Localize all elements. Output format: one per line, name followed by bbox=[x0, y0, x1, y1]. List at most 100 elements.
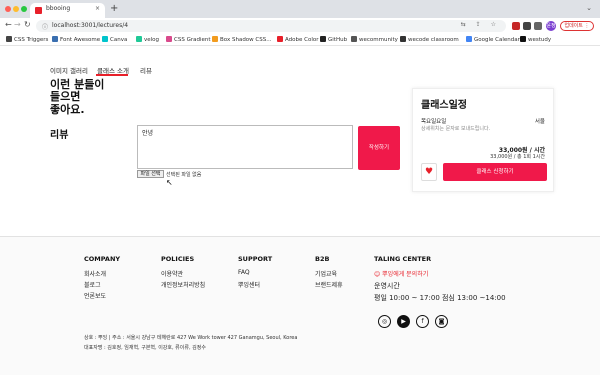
bookmark-favicon-icon bbox=[6, 36, 12, 42]
forward-icon[interactable]: → bbox=[14, 20, 21, 29]
extension-icon[interactable] bbox=[512, 22, 520, 30]
review-title: 리뷰 bbox=[50, 130, 69, 141]
footer-link[interactable]: 블로그 bbox=[84, 280, 101, 289]
bookmark-favicon-icon bbox=[166, 36, 172, 42]
footer-link[interactable]: 이용약관 bbox=[161, 269, 183, 278]
tab-close-icon[interactable]: × bbox=[95, 5, 100, 12]
bookmark-label: Canva bbox=[110, 37, 128, 43]
price-total: 33,000원 / 총 1회 1시간 bbox=[490, 154, 545, 160]
apply-class-button[interactable]: 클래스 신청하기 bbox=[443, 163, 547, 181]
bookmark-favicon-icon bbox=[102, 36, 108, 42]
tab-title: bbooing bbox=[46, 5, 71, 12]
bookmark-item[interactable]: Canva bbox=[102, 36, 127, 43]
bookmarks-bar: CSS Triggers Font Awesome Canva velog CSS Gr… bbox=[0, 34, 600, 46]
bookmark-favicon-icon bbox=[520, 36, 526, 42]
bookmark-item[interactable]: Box Shadow CSS... bbox=[212, 36, 272, 43]
footer-heading-policies: POLICIES bbox=[161, 255, 195, 263]
maximize-window-dot[interactable] bbox=[21, 6, 27, 12]
tab-image-gallery[interactable]: 이미지 갤러리 bbox=[50, 65, 88, 75]
facebook-icon[interactable]: f bbox=[416, 315, 429, 328]
bookmark-label: wecommunity bbox=[359, 37, 398, 43]
company-address: 상호 : 뿌잉 | 주소 : 서울시 강남구 테헤란로 427 We Work … bbox=[84, 335, 298, 341]
heart-icon[interactable]: ♥ bbox=[421, 163, 437, 181]
bookmark-favicon-icon bbox=[136, 36, 142, 42]
bookmark-favicon-icon bbox=[52, 36, 58, 42]
tab-review[interactable]: 리뷰 bbox=[140, 65, 152, 75]
browser-tab-strip: bbooing × + ⌄ bbox=[0, 0, 600, 18]
schedule-note: 상세위치는 문자로 보내드립니다. bbox=[421, 126, 491, 132]
hours-label: 운영시간 bbox=[374, 282, 400, 290]
url-text[interactable]: localhost:3001/lectures/4 bbox=[52, 22, 128, 29]
schedule-location: 서울 bbox=[534, 119, 545, 125]
footer-heading-center: TALING CENTER bbox=[374, 255, 432, 263]
footer-link[interactable]: FAQ bbox=[238, 269, 250, 276]
bookmark-item[interactable]: CSS Gradient bbox=[166, 36, 211, 43]
schedule-day: 목요일요일 bbox=[421, 119, 447, 125]
schedule-title: 클래스일정 bbox=[421, 100, 467, 111]
close-window-dot[interactable] bbox=[5, 6, 11, 12]
bookmark-label: Box Shadow CSS... bbox=[220, 37, 272, 43]
mouse-cursor-icon: ↖ bbox=[166, 178, 173, 187]
bookmark-label: GitHub bbox=[328, 37, 348, 43]
favicon-icon bbox=[35, 7, 42, 14]
youtube-icon[interactable]: ▶ bbox=[397, 315, 410, 328]
footer-link[interactable]: 기업교육 bbox=[315, 269, 337, 278]
bookmark-favicon-icon bbox=[277, 36, 283, 42]
footer-heading-company: COMPANY bbox=[84, 255, 121, 263]
bookmark-favicon-icon bbox=[212, 36, 218, 42]
footer: COMPANY 회사소개 블로그 언론보도 POLICIES 이용약관 개인정보… bbox=[0, 236, 600, 375]
hours-text: 평일 10:00 ~ 17:00 점심 13:00 ~14:00 bbox=[374, 294, 506, 302]
section-tabs: 이미지 갤러리 클래스 소개 리뷰 bbox=[0, 46, 600, 76]
footer-link[interactable]: 회사소개 bbox=[84, 269, 106, 278]
minimize-window-dot[interactable] bbox=[13, 6, 19, 12]
extension-icon[interactable] bbox=[523, 22, 531, 30]
footer-link[interactable]: 뿌잉센터 bbox=[238, 280, 260, 289]
bookmark-item[interactable]: Font Awesome bbox=[52, 36, 100, 43]
footer-link[interactable]: 개인정보처리방침 bbox=[161, 280, 205, 289]
new-tab-icon[interactable]: + bbox=[110, 3, 118, 14]
bookmark-favicon-icon bbox=[466, 36, 472, 42]
review-textarea[interactable]: 안녕 bbox=[137, 125, 353, 169]
bookmark-label: CSS Triggers bbox=[14, 37, 49, 43]
footer-link[interactable]: 브랜드제휴 bbox=[315, 280, 343, 289]
bookmark-favicon-icon bbox=[351, 36, 357, 42]
update-button[interactable]: 업데이트 ⋮ bbox=[560, 21, 594, 31]
bookmark-item[interactable]: Adobe Color bbox=[277, 36, 319, 43]
bookmark-label: velog bbox=[144, 37, 160, 43]
intro-heading-line: 좋아요. bbox=[50, 103, 85, 116]
instagram-icon[interactable]: ◙ bbox=[435, 315, 448, 328]
bookmark-label: Font Awesome bbox=[60, 37, 101, 43]
bookmark-item[interactable]: westudy bbox=[520, 36, 551, 43]
sidebar-icon[interactable] bbox=[534, 22, 542, 30]
bookmark-item[interactable]: GitHub bbox=[320, 36, 347, 43]
file-status: 선택된 파일 없음 bbox=[166, 172, 202, 178]
bookmark-item[interactable]: wecommunity bbox=[351, 36, 398, 43]
submit-review-button[interactable]: 작성하기 bbox=[358, 126, 400, 170]
reload-icon[interactable]: ↻ bbox=[24, 20, 31, 29]
address-bar[interactable]: ⓘ localhost:3001/lectures/4 ⇆ ⇪ ☆ bbox=[36, 20, 506, 32]
social-link-icon[interactable]: ◎ bbox=[378, 315, 391, 328]
bookmark-item[interactable]: wecode classroom bbox=[400, 36, 459, 43]
bookmark-favicon-icon bbox=[320, 36, 326, 42]
file-select-button[interactable]: 파일 선택 bbox=[137, 170, 164, 178]
footer-heading-b2b: B2B bbox=[315, 255, 330, 263]
browser-toolbar: ← → ↻ ⓘ localhost:3001/lectures/4 ⇆ ⇪ ☆ … bbox=[0, 18, 600, 34]
bookmark-item[interactable]: Google Calendar bbox=[466, 36, 520, 43]
bookmark-item[interactable]: CSS Triggers bbox=[6, 36, 48, 43]
tab-list-icon[interactable]: ⌄ bbox=[586, 4, 592, 12]
back-icon[interactable]: ← bbox=[5, 20, 12, 29]
company-representatives: 대표자명 : 김호정, 임재혁, 구본혁, 이강호, 류이류, 김정수 bbox=[84, 345, 206, 351]
profile-avatar[interactable]: 윤정 bbox=[546, 21, 556, 31]
footer-link[interactable]: 언론보도 bbox=[84, 291, 106, 300]
address-bar-icons[interactable]: ⇆ ⇪ ☆ bbox=[461, 21, 500, 28]
class-schedule-card: 클래스일정 목요일요일 서울 상세위치는 문자로 보내드립니다. 33,000원… bbox=[412, 88, 554, 192]
bookmark-item[interactable]: velog bbox=[136, 36, 159, 43]
browser-tab[interactable]: bbooing × bbox=[30, 3, 105, 18]
bookmark-label: CSS Gradient bbox=[174, 37, 211, 43]
bookmark-label: Adobe Color bbox=[285, 37, 319, 43]
bookmark-label: Google Calendar bbox=[474, 37, 520, 43]
site-info-icon[interactable]: ⓘ bbox=[42, 22, 48, 31]
bookmark-label: wecode classroom bbox=[408, 37, 459, 43]
footer-heading-support: SUPPORT bbox=[238, 255, 273, 263]
contact-link[interactable]: 😊 뿌잉에게 문의하기 bbox=[374, 269, 428, 278]
